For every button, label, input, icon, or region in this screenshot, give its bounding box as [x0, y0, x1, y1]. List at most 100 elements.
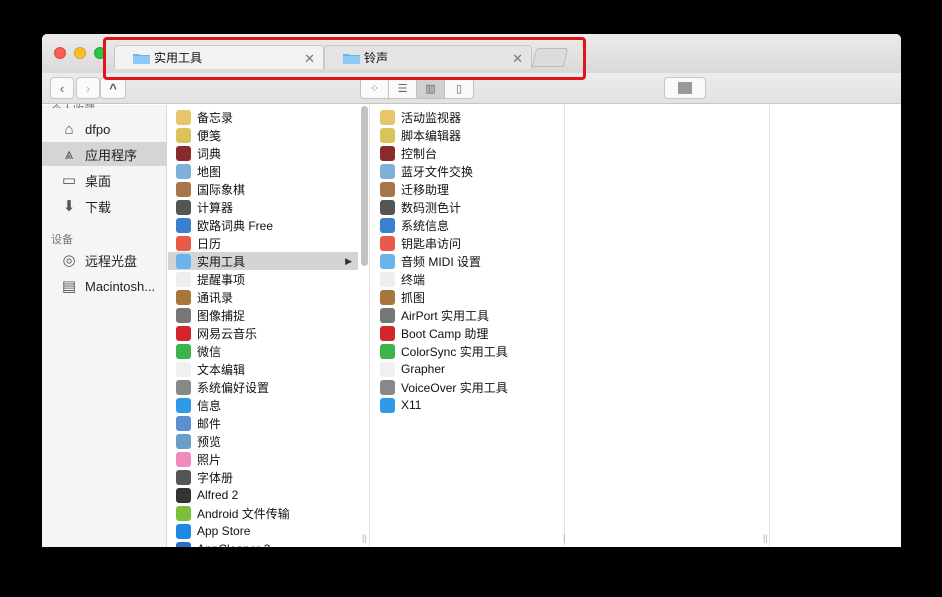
- list-item[interactable]: 便笺: [168, 126, 358, 144]
- list-item[interactable]: Alfred 2: [168, 486, 358, 504]
- list-item-label: 钥匙串访问: [401, 236, 462, 251]
- list-item[interactable]: 终端: [372, 270, 564, 288]
- app-icon: [380, 361, 395, 377]
- list-item[interactable]: 国际象棋: [168, 180, 358, 198]
- list-item[interactable]: 邮件: [168, 414, 358, 432]
- app-icon: [176, 505, 191, 521]
- list-item[interactable]: AppCleaner 3: [168, 540, 358, 547]
- list-item[interactable]: 预览: [168, 432, 358, 450]
- list-item[interactable]: 实用工具 ▶: [168, 252, 358, 270]
- list-item[interactable]: VoiceOver 实用工具: [372, 378, 564, 396]
- minimize-window-button[interactable]: [74, 47, 86, 59]
- column-view-icon[interactable]: ▥: [417, 78, 445, 98]
- list-item-label: Android 文件传输: [197, 506, 290, 521]
- list-item[interactable]: 文本编辑: [168, 360, 358, 378]
- list-item-label: 活动监视器: [401, 110, 462, 125]
- app-icon: [176, 487, 191, 503]
- highlight-box: [103, 37, 586, 80]
- list-item[interactable]: Android 文件传输: [168, 504, 358, 522]
- app-icon: [380, 145, 395, 161]
- list-item[interactable]: Grapher: [372, 360, 564, 378]
- list-item-label: Alfred 2: [197, 488, 239, 502]
- app-icon: [176, 253, 191, 269]
- sidebar-item-home[interactable]: ⌂ dfpo: [42, 117, 167, 141]
- list-item[interactable]: 抓图: [372, 288, 564, 306]
- list-item[interactable]: 系统信息: [372, 216, 564, 234]
- list-item-label: AirPort 实用工具: [401, 308, 490, 323]
- up-button[interactable]: ^: [100, 77, 126, 99]
- list-item-label: 信息: [197, 398, 222, 413]
- view-mode-segmented-control: ⁘ ☰ ▥ ▯: [360, 77, 474, 99]
- list-item[interactable]: 词典: [168, 144, 358, 162]
- list-item-label: AppCleaner 3: [197, 542, 270, 547]
- sidebar-item-downloads[interactable]: ⬇ 下载: [42, 194, 167, 218]
- list-item[interactable]: 活动监视器: [372, 108, 564, 126]
- list-item-label: 网易云音乐: [197, 326, 258, 341]
- list-item[interactable]: 音频 MIDI 设置: [372, 252, 564, 270]
- list-item[interactable]: 迁移助理: [372, 180, 564, 198]
- list-item[interactable]: 通讯录: [168, 288, 358, 306]
- list-item-label: 系统偏好设置: [197, 380, 270, 395]
- list-item[interactable]: ColorSync 实用工具: [372, 342, 564, 360]
- app-icon: [176, 523, 191, 539]
- list-item[interactable]: 网易云音乐: [168, 324, 358, 342]
- forward-button[interactable]: ›: [76, 77, 100, 99]
- list-item[interactable]: 控制台: [372, 144, 564, 162]
- share-button[interactable]: [664, 77, 706, 99]
- list-item[interactable]: 图像捕捉: [168, 306, 358, 324]
- list-item[interactable]: 蓝牙文件交换: [372, 162, 564, 180]
- list-item[interactable]: 欧路词典 Free: [168, 216, 358, 234]
- sidebar-item-label: Macintosh...: [85, 278, 156, 294]
- sidebar-item-applications[interactable]: ⩓ 应用程序: [42, 142, 167, 166]
- list-item[interactable]: 微信: [168, 342, 358, 360]
- list-item[interactable]: 提醒事项: [168, 270, 358, 288]
- list-item[interactable]: 钥匙串访问: [372, 234, 564, 252]
- app-icon: [176, 163, 191, 179]
- close-window-button[interactable]: [54, 47, 66, 59]
- list-item[interactable]: 信息: [168, 396, 358, 414]
- list-item[interactable]: Boot Camp 助理: [372, 324, 564, 342]
- sidebar-item-remote-disc[interactable]: ◎ 远程光盘: [42, 248, 167, 272]
- list-item-label: 预览: [197, 434, 222, 449]
- list-item-label: App Store: [197, 524, 251, 538]
- list-item[interactable]: AirPort 实用工具: [372, 306, 564, 324]
- list-item[interactable]: 脚本编辑器: [372, 126, 564, 144]
- list-item-label: 国际象棋: [197, 182, 246, 197]
- icon-view-icon[interactable]: ⁘: [361, 78, 389, 98]
- list-item[interactable]: 系统偏好设置: [168, 378, 358, 396]
- list-item-label: 通讯录: [197, 290, 234, 305]
- sidebar: 个人收藏 ⌂ dfpo ⩓ 应用程序 ▭ 桌面 ⬇ 下载 设备 ◎ 远程光盘 ▤…: [42, 104, 167, 547]
- app-icon: [176, 145, 191, 161]
- list-item-label: VoiceOver 实用工具: [401, 380, 508, 395]
- list-item[interactable]: App Store: [168, 522, 358, 540]
- list-item-label: 欧路词典 Free: [197, 218, 274, 233]
- list-item[interactable]: X11: [372, 396, 564, 414]
- scrollbar[interactable]: [361, 106, 368, 266]
- column-resize-handle[interactable]: ||: [763, 533, 768, 543]
- list-item[interactable]: 地图: [168, 162, 358, 180]
- list-item[interactable]: 备忘录: [168, 108, 358, 126]
- app-icon: [176, 307, 191, 323]
- list-view-icon[interactable]: ☰: [389, 78, 417, 98]
- list-item-label: ColorSync 实用工具: [401, 344, 508, 359]
- sidebar-item-label: 下载: [85, 199, 112, 215]
- app-icon: [380, 199, 395, 215]
- list-item[interactable]: 计算器: [168, 198, 358, 216]
- list-item-label: 字体册: [197, 470, 234, 485]
- cover-flow-icon[interactable]: ▯: [445, 78, 473, 98]
- list-item[interactable]: 日历: [168, 234, 358, 252]
- list-item-label: 蓝牙文件交换: [401, 164, 474, 179]
- list-item[interactable]: 数码测色计: [372, 198, 564, 216]
- list-item[interactable]: 字体册: [168, 468, 358, 486]
- list-item-label: 地图: [197, 164, 222, 179]
- sidebar-item-desktop[interactable]: ▭ 桌面: [42, 168, 167, 192]
- utilities-column: || 活动监视器脚本编辑器控制台蓝牙文件交换迁移助理数码测色计系统信息钥匙串访问…: [372, 105, 568, 547]
- list-item[interactable]: 照片: [168, 450, 358, 468]
- app-icon: [380, 235, 395, 251]
- app-icon: [176, 451, 191, 467]
- list-item-label: 提醒事项: [197, 272, 246, 287]
- sidebar-item-label: 桌面: [85, 173, 112, 189]
- column-resize-handle[interactable]: ||: [362, 533, 367, 543]
- sidebar-item-macintosh-hd[interactable]: ▤ Macintosh...: [42, 274, 167, 298]
- back-button[interactable]: ‹: [50, 77, 74, 99]
